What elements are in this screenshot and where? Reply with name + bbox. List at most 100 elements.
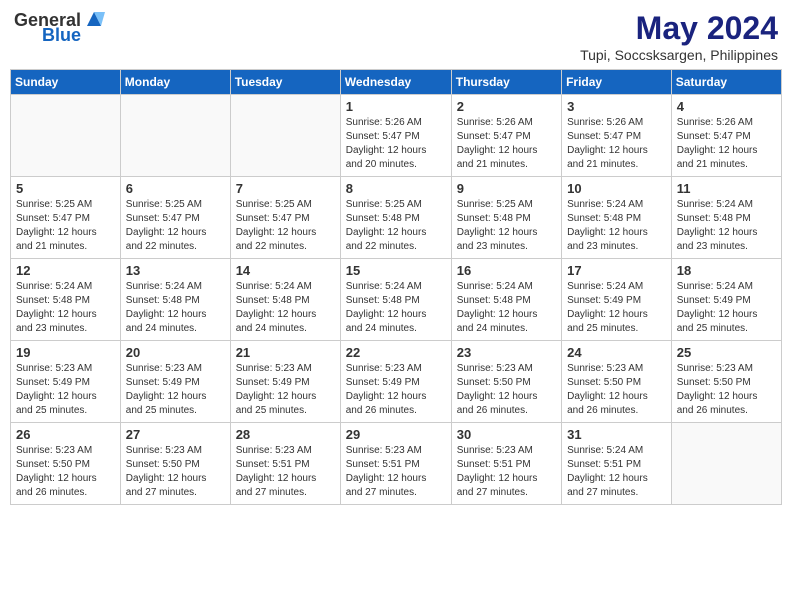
calendar-cell: 16Sunrise: 5:24 AM Sunset: 5:48 PM Dayli… [451, 259, 561, 341]
weekday-header: Monday [120, 70, 230, 95]
day-info: Sunrise: 5:23 AM Sunset: 5:49 PM Dayligh… [236, 362, 335, 418]
day-number: 9 [457, 181, 556, 196]
day-number: 17 [567, 263, 666, 278]
title-block: May 2024 Tupi, Soccsksargen, Philippines [580, 10, 778, 63]
calendar-cell [230, 95, 340, 177]
calendar-cell: 24 Sunrise: 5:23 AM Sunset: 5:50 PM Dayli… [562, 341, 672, 423]
day-info: Sunrise: 5:23 AM Sunset: 5:50 PM Dayligh… [457, 362, 556, 418]
calendar-cell: 27 Sunrise: 5:23 AM Sunset: 5:50 PM Dayli… [120, 423, 230, 505]
calendar-cell: 29Sunrise: 5:23 AM Sunset: 5:51 PM Dayli… [340, 423, 451, 505]
weekday-header: Wednesday [340, 70, 451, 95]
day-info: Sunrise: 5:25 AM Sunset: 5:47 PM Dayligh… [236, 198, 335, 254]
day-number: 31 [567, 427, 666, 442]
weekday-header: Thursday [451, 70, 561, 95]
calendar-cell: 4 Sunrise: 5:26 AM Sunset: 5:47 PM Daylig… [671, 95, 781, 177]
day-number: 3 [567, 99, 666, 114]
day-info: Sunrise: 5:26 AM Sunset: 5:47 PM Dayligh… [677, 116, 776, 172]
day-number: 20 [126, 345, 225, 360]
calendar-cell: 22Sunrise: 5:23 AM Sunset: 5:49 PM Dayli… [340, 341, 451, 423]
day-info: Sunrise: 5:23 AM Sunset: 5:49 PM Dayligh… [16, 362, 115, 418]
calendar-cell: 7 Sunrise: 5:25 AM Sunset: 5:47 PM Daylig… [230, 177, 340, 259]
calendar-cell: 9 Sunrise: 5:25 AM Sunset: 5:48 PM Daylig… [451, 177, 561, 259]
day-number: 12 [16, 263, 115, 278]
calendar-cell: 1 Sunrise: 5:26 AM Sunset: 5:47 PM Daylig… [340, 95, 451, 177]
main-title: May 2024 [580, 10, 778, 47]
weekday-header: Sunday [11, 70, 121, 95]
day-info: Sunrise: 5:26 AM Sunset: 5:47 PM Dayligh… [346, 116, 446, 172]
calendar-cell: 17Sunrise: 5:24 AM Sunset: 5:49 PM Dayli… [562, 259, 672, 341]
calendar-cell: 20Sunrise: 5:23 AM Sunset: 5:49 PM Dayli… [120, 341, 230, 423]
calendar-cell: 2 Sunrise: 5:26 AM Sunset: 5:47 PM Daylig… [451, 95, 561, 177]
day-number: 26 [16, 427, 115, 442]
day-info: Sunrise: 5:25 AM Sunset: 5:47 PM Dayligh… [126, 198, 225, 254]
page-header: General Blue May 2024 Tupi, Soccsksargen… [10, 10, 782, 63]
day-info: Sunrise: 5:26 AM Sunset: 5:47 PM Dayligh… [457, 116, 556, 172]
calendar-cell: 12 Sunrise: 5:24 AM Sunset: 5:48 PM Dayli… [11, 259, 121, 341]
day-number: 23 [457, 345, 556, 360]
day-number: 14 [236, 263, 335, 278]
calendar-cell: 8 Sunrise: 5:25 AM Sunset: 5:48 PM Daylig… [340, 177, 451, 259]
calendar-cell [11, 95, 121, 177]
day-info: Sunrise: 5:23 AM Sunset: 5:51 PM Dayligh… [346, 444, 446, 500]
calendar-cell: 15 Sunrise: 5:24 AM Sunset: 5:48 PM Dayli… [340, 259, 451, 341]
weekday-header: Saturday [671, 70, 781, 95]
day-info: Sunrise: 5:26 AM Sunset: 5:47 PM Dayligh… [567, 116, 666, 172]
subtitle: Tupi, Soccsksargen, Philippines [580, 47, 778, 63]
calendar-cell [671, 423, 781, 505]
day-info: Sunrise: 5:25 AM Sunset: 5:47 PM Dayligh… [16, 198, 115, 254]
day-info: Sunrise: 5:25 AM Sunset: 5:48 PM Dayligh… [457, 198, 556, 254]
calendar-cell: 25Sunrise: 5:23 AM Sunset: 5:50 PM Dayli… [671, 341, 781, 423]
calendar-week-row: 26 Sunrise: 5:23 AM Sunset: 5:50 PM Dayli… [11, 423, 782, 505]
calendar-cell: 5Sunrise: 5:25 AM Sunset: 5:47 PM Daylig… [11, 177, 121, 259]
day-number: 28 [236, 427, 335, 442]
day-number: 10 [567, 181, 666, 196]
day-number: 15 [346, 263, 446, 278]
day-number: 27 [126, 427, 225, 442]
day-info: Sunrise: 5:24 AM Sunset: 5:48 PM Dayligh… [16, 280, 115, 336]
weekday-header: Friday [562, 70, 672, 95]
day-info: Sunrise: 5:24 AM Sunset: 5:48 PM Dayligh… [677, 198, 776, 254]
calendar-week-row: 12 Sunrise: 5:24 AM Sunset: 5:48 PM Dayli… [11, 259, 782, 341]
calendar-cell: 6 Sunrise: 5:25 AM Sunset: 5:47 PM Daylig… [120, 177, 230, 259]
calendar-cell: 10Sunrise: 5:24 AM Sunset: 5:48 PM Dayli… [562, 177, 672, 259]
calendar-cell: 14 Sunrise: 5:24 AM Sunset: 5:48 PM Dayli… [230, 259, 340, 341]
day-info: Sunrise: 5:25 AM Sunset: 5:48 PM Dayligh… [346, 198, 446, 254]
day-number: 24 [567, 345, 666, 360]
day-info: Sunrise: 5:24 AM Sunset: 5:48 PM Dayligh… [457, 280, 556, 336]
calendar-week-row: 1 Sunrise: 5:26 AM Sunset: 5:47 PM Daylig… [11, 95, 782, 177]
logo-icon [83, 8, 105, 30]
day-info: Sunrise: 5:23 AM Sunset: 5:50 PM Dayligh… [677, 362, 776, 418]
weekday-header: Tuesday [230, 70, 340, 95]
day-info: Sunrise: 5:23 AM Sunset: 5:49 PM Dayligh… [346, 362, 446, 418]
day-number: 6 [126, 181, 225, 196]
calendar-cell: 21 Sunrise: 5:23 AM Sunset: 5:49 PM Dayli… [230, 341, 340, 423]
day-info: Sunrise: 5:23 AM Sunset: 5:51 PM Dayligh… [457, 444, 556, 500]
calendar-week-row: 19Sunrise: 5:23 AM Sunset: 5:49 PM Dayli… [11, 341, 782, 423]
day-number: 18 [677, 263, 776, 278]
calendar-cell: 30 Sunrise: 5:23 AM Sunset: 5:51 PM Dayli… [451, 423, 561, 505]
day-number: 13 [126, 263, 225, 278]
day-info: Sunrise: 5:23 AM Sunset: 5:51 PM Dayligh… [236, 444, 335, 500]
day-number: 8 [346, 181, 446, 196]
logo-blue: Blue [42, 26, 81, 44]
day-number: 11 [677, 181, 776, 196]
day-number: 21 [236, 345, 335, 360]
day-number: 30 [457, 427, 556, 442]
calendar-cell: 19Sunrise: 5:23 AM Sunset: 5:49 PM Dayli… [11, 341, 121, 423]
calendar-cell: 3 Sunrise: 5:26 AM Sunset: 5:47 PM Daylig… [562, 95, 672, 177]
day-info: Sunrise: 5:23 AM Sunset: 5:50 PM Dayligh… [567, 362, 666, 418]
day-number: 1 [346, 99, 446, 114]
day-number: 4 [677, 99, 776, 114]
calendar-cell: 28 Sunrise: 5:23 AM Sunset: 5:51 PM Dayli… [230, 423, 340, 505]
day-info: Sunrise: 5:24 AM Sunset: 5:48 PM Dayligh… [346, 280, 446, 336]
day-info: Sunrise: 5:24 AM Sunset: 5:48 PM Dayligh… [236, 280, 335, 336]
calendar-cell [120, 95, 230, 177]
day-info: Sunrise: 5:23 AM Sunset: 5:50 PM Dayligh… [126, 444, 225, 500]
day-info: Sunrise: 5:23 AM Sunset: 5:50 PM Dayligh… [16, 444, 115, 500]
calendar-cell: 18Sunrise: 5:24 AM Sunset: 5:49 PM Dayli… [671, 259, 781, 341]
calendar-week-row: 5Sunrise: 5:25 AM Sunset: 5:47 PM Daylig… [11, 177, 782, 259]
day-number: 2 [457, 99, 556, 114]
day-info: Sunrise: 5:24 AM Sunset: 5:51 PM Dayligh… [567, 444, 666, 500]
day-number: 7 [236, 181, 335, 196]
calendar-table: SundayMondayTuesdayWednesdayThursdayFrid… [10, 69, 782, 505]
